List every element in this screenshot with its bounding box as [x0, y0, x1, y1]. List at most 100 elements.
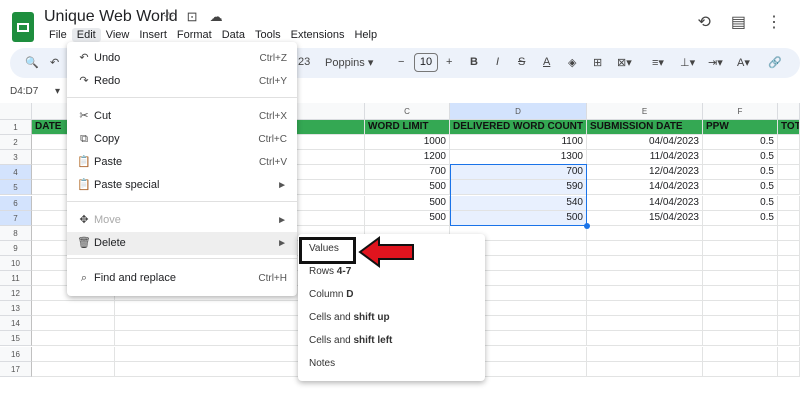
cell-g1[interactable]: TOTA: [778, 120, 800, 135]
row-header[interactable]: 16: [0, 346, 32, 362]
comment-icon[interactable]: ▤: [731, 12, 746, 32]
column-header[interactable]: C: [365, 103, 450, 120]
cell-f8[interactable]: [703, 225, 778, 241]
wrap-icon[interactable]: ⇥▾: [708, 56, 723, 69]
cell-d3[interactable]: 1300: [450, 150, 587, 166]
cell-f6[interactable]: 0.5: [703, 195, 778, 211]
cell-e2[interactable]: 04/04/2023: [587, 135, 703, 151]
menu-item-move[interactable]: ✥ Move ►: [67, 209, 297, 232]
menu-file[interactable]: File: [44, 28, 72, 42]
cell-g5[interactable]: [778, 180, 800, 196]
column-header[interactable]: F: [703, 103, 778, 120]
bold-icon[interactable]: B: [470, 56, 478, 68]
history-icon[interactable]: ⟲: [697, 12, 710, 32]
delete-option-notes[interactable]: Notes: [298, 352, 485, 375]
cell-e11[interactable]: [587, 271, 703, 286]
cell-g16[interactable]: [778, 346, 800, 362]
font-size-input[interactable]: 10: [414, 53, 438, 72]
cell-e3[interactable]: 11/04/2023: [587, 150, 703, 166]
cell-g9[interactable]: [778, 240, 800, 256]
menu-item-paste[interactable]: 📋 Paste Ctrl+V: [67, 151, 297, 174]
cell-f14[interactable]: [703, 316, 778, 332]
row-header[interactable]: 1: [0, 120, 32, 135]
menu-item-redo[interactable]: ↷ Redo Ctrl+Y: [67, 70, 297, 93]
cell-e1[interactable]: SUBMISSION DATE: [587, 120, 703, 135]
cell-a17[interactable]: [32, 361, 115, 377]
italic-icon[interactable]: I: [496, 56, 499, 68]
cell-e9[interactable]: [587, 240, 703, 256]
cell-a16[interactable]: [32, 346, 115, 362]
cell-f4[interactable]: 0.5: [703, 165, 778, 181]
row-header[interactable]: 2: [0, 135, 32, 151]
cell-e13[interactable]: [587, 301, 703, 317]
cell-g11[interactable]: [778, 271, 800, 286]
cell-f9[interactable]: [703, 240, 778, 256]
row-header[interactable]: 14: [0, 316, 32, 332]
row-header[interactable]: 10: [0, 255, 32, 271]
name-box[interactable]: D4:D7 ▾: [10, 86, 60, 97]
cell-g10[interactable]: [778, 255, 800, 271]
row-header[interactable]: 6: [0, 195, 32, 211]
cell-d7[interactable]: 500: [450, 210, 587, 226]
row-header[interactable]: 4: [0, 165, 32, 181]
menu-item-find-and-replace[interactable]: ⌕ Find and replace Ctrl+H: [67, 267, 297, 290]
cell-e4[interactable]: 12/04/2023: [587, 165, 703, 181]
increase-font-icon[interactable]: +: [446, 56, 452, 68]
cell-f13[interactable]: [703, 301, 778, 317]
rotate-text-icon[interactable]: A▾: [737, 56, 750, 69]
column-header[interactable]: D: [450, 103, 587, 120]
document-title[interactable]: Unique Web World: [44, 8, 178, 26]
cell-f7[interactable]: 0.5: [703, 210, 778, 226]
cell-g17[interactable]: [778, 361, 800, 377]
cell-e6[interactable]: 14/04/2023: [587, 195, 703, 211]
menu-edit[interactable]: Edit: [71, 28, 101, 42]
cell-e16[interactable]: [587, 346, 703, 362]
cell-g2[interactable]: [778, 135, 800, 151]
cell-g6[interactable]: [778, 195, 800, 211]
delete-option-cells-and-shift-up[interactable]: Cells and shift up: [298, 306, 485, 329]
cell-d1[interactable]: DELIVERED WORD COUNT: [450, 120, 587, 135]
row-header[interactable]: 12: [0, 286, 32, 302]
cell-c5[interactable]: 500: [365, 180, 450, 196]
cell-f1[interactable]: PPW: [703, 120, 778, 135]
move-folder-icon[interactable]: ⊡: [187, 9, 198, 25]
cell-f17[interactable]: [703, 361, 778, 377]
cell-f10[interactable]: [703, 255, 778, 271]
cell-e10[interactable]: [587, 255, 703, 271]
cell-g3[interactable]: [778, 150, 800, 166]
menu-help[interactable]: Help: [349, 28, 382, 42]
cell-e17[interactable]: [587, 361, 703, 377]
menu-item-cut[interactable]: ✂ Cut Ctrl+X: [67, 105, 297, 128]
row-header[interactable]: 13: [0, 301, 32, 317]
cell-e12[interactable]: [587, 286, 703, 302]
cell-c3[interactable]: 1200: [365, 150, 450, 166]
cell-c2[interactable]: 1000: [365, 135, 450, 151]
text-color-icon[interactable]: A: [543, 56, 550, 68]
align-icon[interactable]: ≡▾: [652, 56, 664, 69]
row-header[interactable]: 9: [0, 240, 32, 256]
cell-g15[interactable]: [778, 331, 800, 347]
cell-f12[interactable]: [703, 286, 778, 302]
cell-a14[interactable]: [32, 316, 115, 332]
row-header[interactable]: 11: [0, 271, 32, 286]
menu-tools[interactable]: Tools: [250, 28, 286, 42]
cell-f11[interactable]: [703, 271, 778, 286]
column-header[interactable]: E: [587, 103, 703, 120]
link-icon[interactable]: 🔗: [768, 56, 782, 69]
cell-f3[interactable]: 0.5: [703, 150, 778, 166]
cell-e5[interactable]: 14/04/2023: [587, 180, 703, 196]
cell-e7[interactable]: 15/04/2023: [587, 210, 703, 226]
row-header[interactable]: 5: [0, 180, 32, 196]
cell-d2[interactable]: 1100: [450, 135, 587, 151]
font-select[interactable]: Poppins ▾: [325, 56, 373, 69]
menu-item-delete[interactable]: 🗑 Delete ►: [67, 232, 297, 255]
cell-d6[interactable]: 540: [450, 195, 587, 211]
cell-f2[interactable]: 0.5: [703, 135, 778, 151]
decrease-font-icon[interactable]: −: [398, 56, 404, 68]
cell-e15[interactable]: [587, 331, 703, 347]
cell-f16[interactable]: [703, 346, 778, 362]
merge-cells-icon[interactable]: ⊠▾: [617, 56, 632, 69]
delete-option-column-d[interactable]: Column D: [298, 283, 485, 306]
menu-item-undo[interactable]: ↶ Undo Ctrl+Z: [67, 47, 297, 70]
cell-a13[interactable]: [32, 301, 115, 317]
